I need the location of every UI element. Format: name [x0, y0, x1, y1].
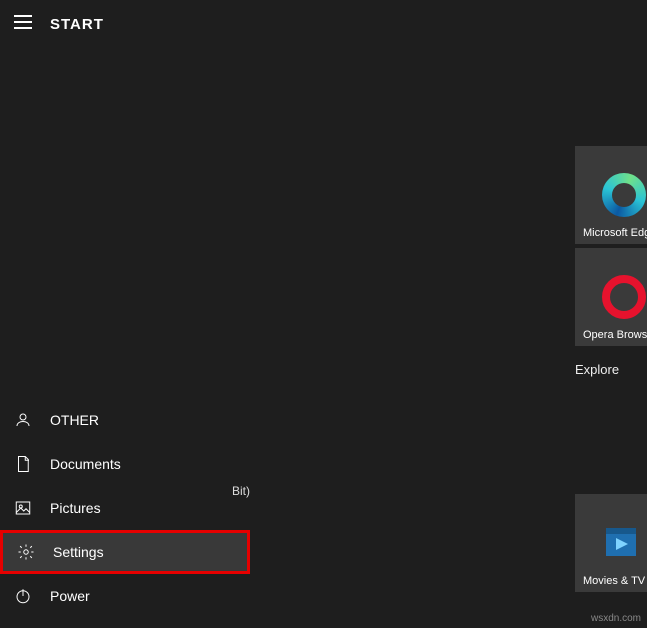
rail-item-settings[interactable]: Settings	[0, 530, 250, 574]
rail-label: Power	[50, 588, 90, 604]
opera-icon	[602, 275, 646, 319]
rail-item-documents[interactable]: Documents	[0, 442, 250, 486]
gear-icon	[17, 543, 35, 561]
rail-label: Settings	[53, 544, 104, 560]
document-icon	[14, 455, 32, 473]
tile-label: Movies & TV	[583, 575, 647, 587]
watermark: wsxdn.com	[591, 613, 641, 624]
edge-icon	[602, 173, 646, 217]
start-header: START	[0, 0, 250, 48]
rail-bottom-group: OTHER Documents Pictures Settings	[0, 398, 250, 618]
rail-item-pictures[interactable]: Pictures	[0, 486, 250, 530]
rail-label: Pictures	[50, 500, 101, 516]
menu-icon[interactable]	[14, 15, 32, 34]
tile-edge[interactable]: Microsoft Edge	[575, 146, 647, 244]
tile-label: Microsoft Edge	[583, 227, 647, 239]
start-title: START	[50, 16, 104, 33]
rail-label: OTHER	[50, 412, 99, 428]
tile-opera[interactable]: Opera Browser	[575, 248, 647, 346]
tile-movies[interactable]: Movies & TV	[575, 494, 647, 592]
group-label-explore[interactable]: Explore	[575, 362, 619, 377]
app-list-fragment: Bit)	[232, 484, 250, 498]
tile-label: Opera Browser	[583, 329, 647, 341]
rail-item-power[interactable]: Power	[0, 574, 250, 618]
movies-icon	[604, 526, 644, 560]
start-menu: START OTHER Documents Pictures	[0, 0, 647, 628]
user-icon	[14, 411, 32, 429]
rail-label: Documents	[50, 456, 121, 472]
tiles-area: Microsoft Edge Photos Opera Browser Expl…	[250, 0, 647, 628]
pictures-icon	[14, 499, 32, 517]
rail-item-other[interactable]: OTHER	[0, 398, 250, 442]
power-icon	[14, 587, 32, 605]
left-rail: START OTHER Documents Pictures	[0, 0, 250, 628]
